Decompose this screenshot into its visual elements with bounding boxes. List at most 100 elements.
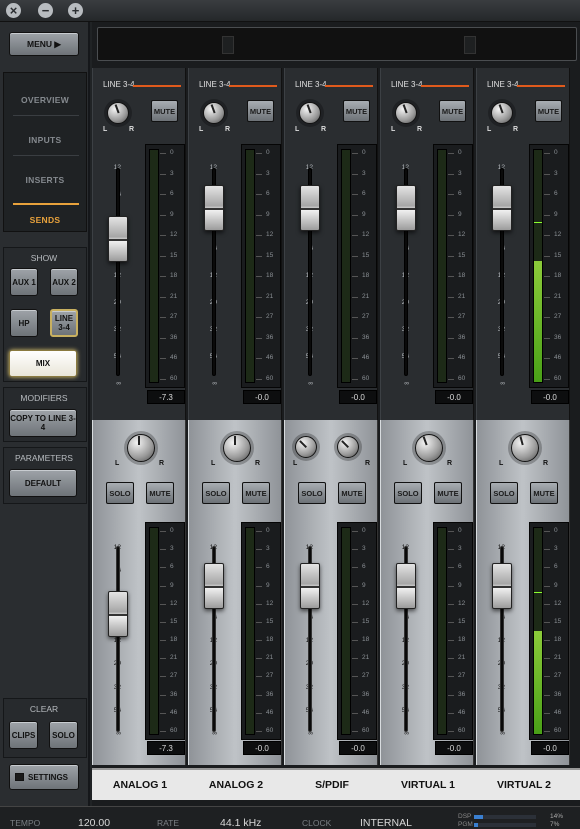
- show-aux2-button[interactable]: AUX 2: [50, 268, 78, 296]
- meter-tick: [448, 194, 454, 196]
- mute-button[interactable]: MUTE: [530, 482, 558, 504]
- send-mute-button[interactable]: MUTE: [151, 100, 178, 122]
- channel-fader[interactable]: [204, 563, 224, 609]
- meter-peak: [534, 591, 542, 593]
- meter-scale-label: 46: [266, 708, 274, 716]
- solo-button[interactable]: SOLO: [202, 482, 230, 504]
- clear-solo-button[interactable]: SOLO: [49, 721, 78, 749]
- send-mute-button[interactable]: MUTE: [535, 100, 562, 122]
- send-mute-button[interactable]: MUTE: [247, 100, 274, 122]
- meter-scale-label: 0: [458, 149, 462, 156]
- send-mute-button[interactable]: MUTE: [343, 100, 370, 122]
- channel-level-readout[interactable]: -0.0: [435, 741, 473, 755]
- menu-button[interactable]: MENU ▶: [9, 32, 79, 56]
- overview-strip[interactable]: [97, 27, 577, 61]
- send-level-readout[interactable]: -0.0: [531, 390, 569, 404]
- meter-tick: [448, 296, 454, 298]
- meter-tick: [544, 153, 550, 154]
- mute-button[interactable]: MUTE: [434, 482, 462, 504]
- nav-sends[interactable]: SENDS: [4, 215, 86, 225]
- channel-level-readout[interactable]: -0.0: [339, 741, 377, 755]
- meter-scale-label: 15: [458, 251, 466, 259]
- dsp-label: DSP: [458, 813, 472, 820]
- meter-scale-label: 3: [458, 169, 462, 177]
- meter-scale-label: 12: [170, 231, 178, 239]
- nav-overview[interactable]: OVERVIEW: [4, 95, 86, 105]
- meter-scale-label: 3: [458, 545, 462, 553]
- solo-button[interactable]: SOLO: [490, 482, 518, 504]
- clock-value[interactable]: INTERNAL: [360, 817, 412, 829]
- mute-button[interactable]: MUTE: [338, 482, 366, 504]
- send-fader[interactable]: [396, 185, 416, 231]
- meter-tick: [544, 379, 550, 380]
- meter-tick: [160, 621, 166, 623]
- pan-left-knob[interactable]: [295, 436, 317, 458]
- send-fader[interactable]: [300, 185, 320, 231]
- send-pan-knob[interactable]: [491, 102, 513, 124]
- meter-tick: [544, 194, 550, 196]
- tempo-value[interactable]: 120.00: [78, 817, 110, 829]
- channel-level-readout[interactable]: -7.3: [147, 741, 185, 755]
- rate-value[interactable]: 44.1 kHz: [220, 817, 261, 829]
- meter-scale-label: 3: [362, 169, 366, 177]
- minimize-icon[interactable]: −: [38, 3, 53, 18]
- send-pan-knob[interactable]: [395, 102, 417, 124]
- pan-knob[interactable]: [223, 434, 251, 462]
- pan-knob[interactable]: [127, 434, 155, 462]
- send-fader[interactable]: [108, 216, 128, 263]
- send-pan-knob[interactable]: [203, 102, 225, 124]
- pgm-label: PGM: [458, 821, 473, 828]
- meter-tick: [544, 694, 550, 696]
- nav-inputs[interactable]: INPUTS: [4, 135, 86, 145]
- meter-scale: 0 3 6 9 12 15 18 21 27 36 46 60: [448, 527, 472, 735]
- channel-name[interactable]: S/PDIF: [284, 779, 380, 791]
- meter-tick: [352, 621, 358, 623]
- channel-level-readout[interactable]: -0.0: [531, 741, 569, 755]
- meter-scale-label: 6: [170, 190, 174, 198]
- send-level-readout[interactable]: -0.0: [339, 390, 377, 404]
- settings-button[interactable]: SETTINGS: [9, 764, 79, 790]
- level-meter: 0 3 6 9 12 15 18 21 27 36 46 60: [529, 144, 569, 388]
- send-level-readout[interactable]: -0.0: [243, 390, 281, 404]
- channel-fader[interactable]: [396, 563, 416, 609]
- clear-clips-button[interactable]: CLIPS: [9, 721, 38, 749]
- solo-button[interactable]: SOLO: [394, 482, 422, 504]
- channel-name[interactable]: VIRTUAL 2: [476, 779, 572, 791]
- pan-knob[interactable]: [511, 434, 539, 462]
- mute-button[interactable]: MUTE: [242, 482, 270, 504]
- solo-button[interactable]: SOLO: [106, 482, 134, 504]
- show-aux1-button[interactable]: AUX 1: [10, 268, 38, 296]
- show-hp-button[interactable]: HP: [10, 309, 38, 337]
- channel-name[interactable]: ANALOG 2: [188, 779, 284, 791]
- pan-knob[interactable]: [415, 434, 443, 462]
- channel-fader[interactable]: [108, 590, 128, 637]
- meter-bar: [341, 527, 351, 735]
- nav-inserts[interactable]: INSERTS: [4, 175, 86, 185]
- channel-name[interactable]: VIRTUAL 1: [380, 779, 476, 791]
- send-level-readout[interactable]: -7.3: [147, 390, 185, 404]
- send-fader[interactable]: [204, 185, 224, 231]
- close-icon[interactable]: ×: [6, 3, 21, 18]
- meter-tick: [352, 255, 358, 257]
- meter-tick: [160, 603, 166, 605]
- send-pan-knob[interactable]: [107, 102, 129, 124]
- maximize-icon[interactable]: +: [68, 3, 83, 18]
- send-pan-knob[interactable]: [299, 102, 321, 124]
- show-line34-button[interactable]: LINE 3-4: [50, 309, 78, 337]
- meter-scale-label: 18: [170, 636, 178, 644]
- show-mix-button[interactable]: MIX: [9, 350, 77, 377]
- mute-button[interactable]: MUTE: [146, 482, 174, 504]
- channel-level-readout[interactable]: -0.0: [243, 741, 281, 755]
- channel-fader[interactable]: [300, 563, 320, 609]
- send-mute-button[interactable]: MUTE: [439, 100, 466, 122]
- pan-right-knob[interactable]: [337, 436, 359, 458]
- send-level-readout[interactable]: -0.0: [435, 390, 473, 404]
- copy-to-button[interactable]: COPY TO LINE 3-4: [9, 409, 77, 437]
- channel-fader[interactable]: [492, 563, 512, 609]
- channel-name[interactable]: ANALOG 1: [92, 779, 188, 791]
- default-button[interactable]: DEFAULT: [9, 469, 77, 497]
- meter-tick: [352, 296, 358, 298]
- send-fader[interactable]: [492, 185, 512, 231]
- solo-button[interactable]: SOLO: [298, 482, 326, 504]
- channel-strip: LRSOLOMUTE1260612203256∞0369121518212736…: [92, 420, 186, 765]
